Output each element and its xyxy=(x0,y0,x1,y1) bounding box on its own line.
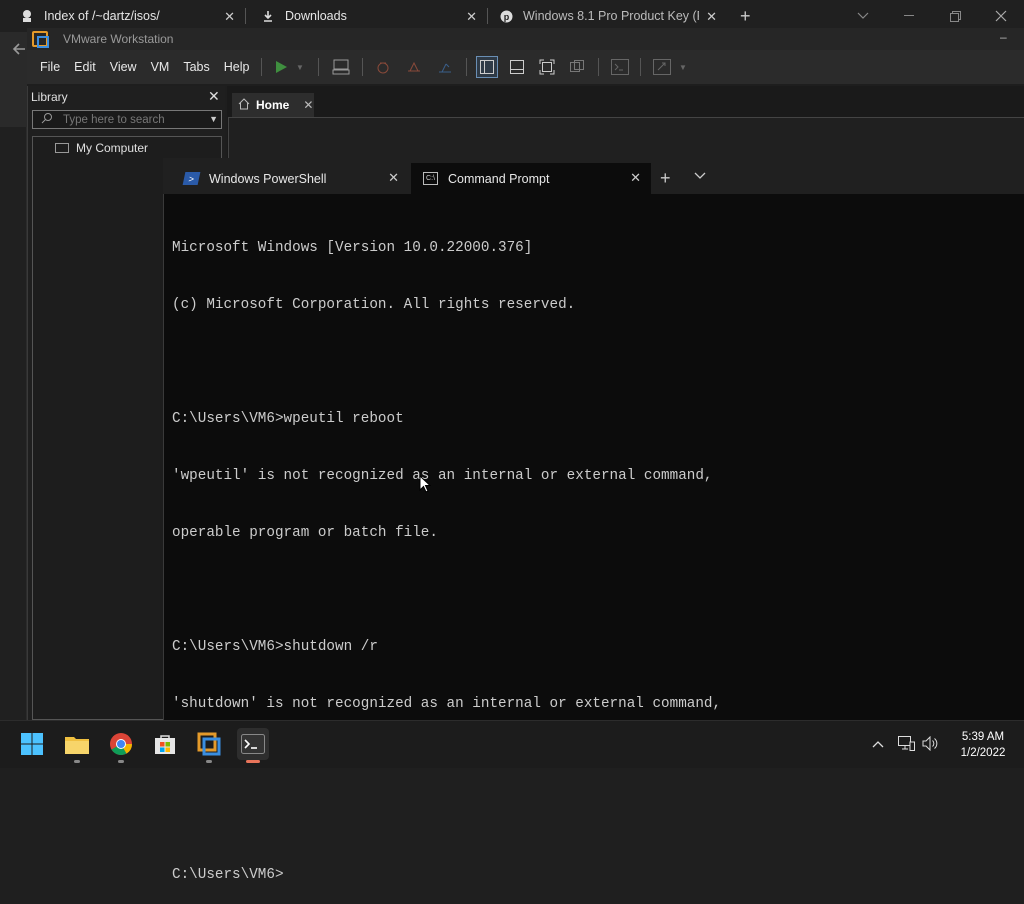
home-icon xyxy=(238,97,250,113)
tree-item-label: My Computer xyxy=(76,141,149,155)
chrome-icon[interactable] xyxy=(105,728,137,763)
close-icon[interactable]: ✕ xyxy=(208,88,220,105)
running-indicator xyxy=(246,760,260,763)
store-icon[interactable] xyxy=(149,728,181,760)
chevron-up-icon[interactable] xyxy=(872,736,884,751)
stretch-dropdown-icon: ▼ xyxy=(679,62,687,72)
menu-tabs[interactable]: Tabs xyxy=(176,60,216,74)
browser-tab-title: Downloads xyxy=(285,9,347,23)
search-placeholder: Type here to search xyxy=(63,113,165,126)
terminal-icon[interactable] xyxy=(237,728,269,763)
power-on-icon[interactable] xyxy=(270,56,292,78)
tab-label: Home xyxy=(256,98,290,112)
tab-windows-powershell[interactable]: > Windows PowerShell ✕ xyxy=(172,163,409,194)
system-clock[interactable]: 5:39 AM 1/2/2022 xyxy=(950,729,1016,761)
power-dropdown-icon[interactable]: ▼ xyxy=(293,56,307,78)
console-line: 'shutdown' is not recognized as an inter… xyxy=(172,696,722,712)
new-tab-button[interactable]: + xyxy=(740,6,751,27)
start-icon[interactable] xyxy=(16,728,48,760)
clock-time: 5:39 AM xyxy=(961,731,1005,743)
console-line: C:\Users\VM6>shutdown /r xyxy=(172,639,378,655)
browser-page-edge xyxy=(0,127,27,727)
revert-snapshot-icon xyxy=(403,56,425,78)
chevron-down-icon[interactable] xyxy=(694,168,706,183)
console-output[interactable]: Microsoft Windows [Version 10.0.22000.37… xyxy=(172,201,1012,883)
console-prompt: C:\Users\VM6> xyxy=(172,867,284,883)
console-line: C:\Users\VM6>wpeutil reboot xyxy=(172,411,404,427)
computer-icon xyxy=(55,143,69,153)
vmware-logo-icon xyxy=(32,31,49,48)
window-title: VMware Workstation xyxy=(63,32,174,46)
clock-date: 1/2/2022 xyxy=(960,747,1006,759)
mouse-cursor-icon xyxy=(419,475,431,493)
download-icon xyxy=(261,9,275,23)
send-ctrl-alt-del-icon[interactable] xyxy=(330,56,352,78)
running-indicator xyxy=(118,760,124,763)
browser-tab-title: Index of /~dartz/isos/ xyxy=(44,9,160,23)
stretch-guest-icon xyxy=(651,56,673,78)
running-indicator xyxy=(206,760,212,763)
library-search-input[interactable]: Type here to search ▼ xyxy=(32,110,222,129)
full-screen-icon[interactable] xyxy=(536,56,558,78)
close-icon[interactable]: ✕ xyxy=(224,9,235,25)
network-icon[interactable] xyxy=(898,736,915,754)
thumbnail-bar-icon[interactable] xyxy=(506,56,528,78)
browser-tab-title: Windows 8.1 Pro Product Key (FR xyxy=(523,9,699,23)
console-line: (c) Microsoft Corporation. All rights re… xyxy=(172,297,576,313)
console-line: Microsoft Windows [Version 10.0.22000.37… xyxy=(172,240,533,256)
menu-help[interactable]: Help xyxy=(217,60,257,74)
console-view-icon xyxy=(609,56,631,78)
menu-vm[interactable]: VM xyxy=(144,60,177,74)
console-line: 'wpeutil' is not recognized as an intern… xyxy=(172,468,713,484)
running-indicator xyxy=(74,760,80,763)
close-icon[interactable]: ✕ xyxy=(630,170,641,186)
toolbar-divider xyxy=(318,58,319,76)
show-library-icon[interactable] xyxy=(476,56,498,78)
toolbar-divider xyxy=(598,58,599,76)
tab-home[interactable]: Home ✕ xyxy=(232,93,314,117)
back-arrow-icon[interactable] xyxy=(12,42,26,61)
pinterest-icon: p xyxy=(499,9,513,23)
snapshot-manager-icon xyxy=(434,56,456,78)
chevron-down-icon[interactable]: ▼ xyxy=(209,114,218,124)
powershell-icon: > xyxy=(182,172,201,185)
vmware-titlebar xyxy=(27,28,1024,50)
library-title: Library xyxy=(31,90,68,104)
new-tab-button[interactable]: + xyxy=(660,168,671,189)
tab-command-prompt[interactable]: C:\ Command Prompt ✕ xyxy=(411,163,651,194)
svg-text:p: p xyxy=(503,12,509,22)
menu-edit[interactable]: Edit xyxy=(67,60,103,74)
tree-item-my-computer[interactable]: My Computer xyxy=(55,141,148,155)
toolbar-divider xyxy=(362,58,363,76)
close-icon[interactable]: ✕ xyxy=(466,9,477,25)
tab-label: Command Prompt xyxy=(448,171,550,186)
console-line: operable program or batch file. xyxy=(172,525,438,541)
file-explorer-icon[interactable] xyxy=(61,728,93,763)
menu-view[interactable]: View xyxy=(103,60,144,74)
close-icon[interactable]: ✕ xyxy=(706,9,717,25)
tab-label: Windows PowerShell xyxy=(209,171,327,186)
volume-icon[interactable] xyxy=(922,735,939,754)
minimize-button[interactable]: – xyxy=(1000,30,1007,44)
close-icon[interactable]: ✕ xyxy=(303,98,313,112)
vmware-icon[interactable] xyxy=(193,728,225,763)
unity-icon xyxy=(566,56,588,78)
favicon-icon xyxy=(20,9,34,23)
cmd-icon: C:\ xyxy=(423,172,438,185)
close-icon[interactable]: ✕ xyxy=(388,170,399,186)
search-icon xyxy=(41,112,53,127)
toolbar-divider xyxy=(640,58,641,76)
toolbar-divider xyxy=(261,58,262,76)
toolbar-divider xyxy=(466,58,467,76)
menu-file[interactable]: File xyxy=(33,60,67,74)
snapshot-icon xyxy=(372,56,394,78)
